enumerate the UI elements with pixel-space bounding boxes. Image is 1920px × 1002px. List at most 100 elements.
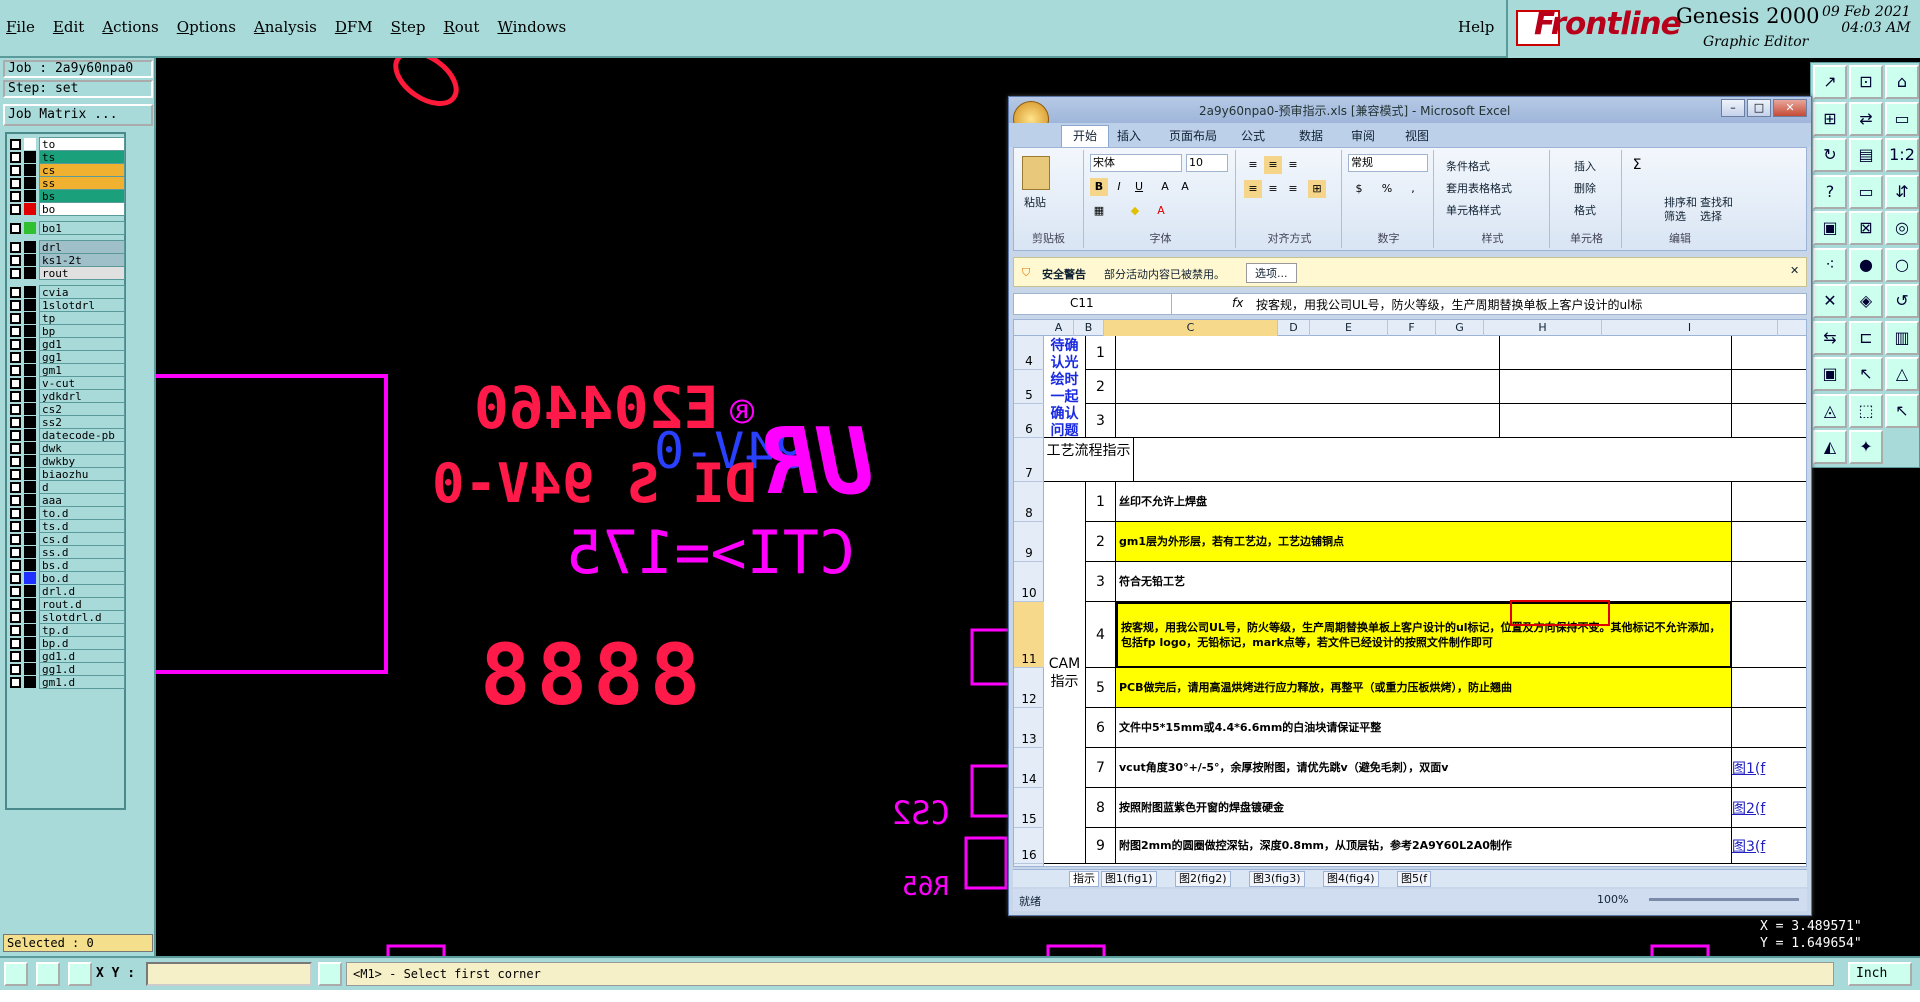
layer-row-bp.d[interactable]: bp.d <box>10 636 125 650</box>
info-icon[interactable] <box>318 962 342 986</box>
layer-row-bo[interactable]: bo <box>10 202 125 216</box>
delete-cells-button[interactable]: 删除 <box>1574 180 1596 196</box>
layer-name[interactable]: cs.d <box>39 532 125 546</box>
menu-analysis[interactable]: Analysis <box>254 18 317 36</box>
layer-row-ts[interactable]: ts <box>10 150 125 164</box>
layer-row-to.d[interactable]: to.d <box>10 506 125 520</box>
align-right-icon[interactable]: ≡ <box>1284 180 1302 198</box>
layer-name[interactable]: ss.d <box>39 545 125 559</box>
item-text-cell[interactable]: PCB做完后，请用高温烘烤进行应力释放，再整平（或重力压板烘烤），防止翘曲 <box>1116 668 1732 708</box>
layer-checkbox[interactable] <box>10 559 21 571</box>
layer-name[interactable]: ss <box>39 176 125 190</box>
layer-checkbox[interactable] <box>10 203 21 215</box>
layer-checkbox[interactable] <box>10 254 21 266</box>
find-select-button-2[interactable]: 选择 <box>1700 208 1722 224</box>
layer-row-cvia[interactable]: cvia <box>10 285 125 299</box>
layer-row-cs[interactable]: cs <box>10 163 125 177</box>
tool-icon-10[interactable]: ▭ <box>1849 174 1883 209</box>
layer-name[interactable]: bo <box>39 202 125 216</box>
layer-row-gd1.d[interactable]: gd1.d <box>10 649 125 663</box>
layer-row-v-cut[interactable]: v-cut <box>10 376 125 390</box>
layer-checkbox[interactable] <box>10 650 21 662</box>
confirm-cell-i[interactable] <box>1732 336 1806 370</box>
row-header-6[interactable]: 6 <box>1014 404 1044 438</box>
tool-icon-15[interactable]: ⁖ <box>1813 247 1847 282</box>
confirm-num-cell[interactable]: 2 <box>1086 370 1116 404</box>
autosum-icon[interactable]: Σ <box>1628 156 1646 174</box>
layer-row-gm1[interactable]: gm1 <box>10 363 125 377</box>
zoom-slider[interactable] <box>1649 898 1799 901</box>
tool-icon-13[interactable]: ⊠ <box>1849 211 1883 245</box>
currency-icon[interactable]: $ <box>1350 180 1368 198</box>
ribbon-tab-3[interactable]: 公式 <box>1241 127 1265 144</box>
layer-checkbox[interactable] <box>10 299 21 311</box>
layer-checkbox[interactable] <box>10 520 21 532</box>
conditional-format-button[interactable]: 条件格式 <box>1446 158 1490 174</box>
layer-checkbox[interactable] <box>10 637 21 649</box>
layer-name[interactable]: biaozhu <box>39 467 125 481</box>
item-text-cell[interactable]: gm1层为外形层，若有工艺边，工艺边铺铜点 <box>1116 522 1732 562</box>
layer-row-rout[interactable]: rout <box>10 266 125 280</box>
menu-rout[interactable]: Rout <box>443 18 479 36</box>
layer-checkbox[interactable] <box>10 151 21 163</box>
item-link-cell[interactable] <box>1732 602 1806 668</box>
column-header-E[interactable]: E <box>1310 320 1388 336</box>
cam-label-cell[interactable]: CAM指示 <box>1044 482 1086 864</box>
layer-checkbox[interactable] <box>10 377 21 389</box>
tool-icon-20[interactable]: ↺ <box>1885 284 1919 318</box>
item-link-cell[interactable]: 图3(f <box>1732 828 1806 864</box>
grid-icon[interactable] <box>68 962 92 986</box>
layer-row-dwk[interactable]: dwk <box>10 441 125 455</box>
layer-name[interactable]: gm1.d <box>39 675 125 689</box>
layer-name[interactable]: d <box>39 480 125 494</box>
tool-icon-18[interactable]: ✕ <box>1813 284 1847 318</box>
tool-icon-26[interactable]: △ <box>1885 357 1919 391</box>
sheet-tab-1[interactable]: 图1(fig1) <box>1101 871 1157 887</box>
confirm-label-cell[interactable]: 待确认光绘时一起确认问题 <box>1044 336 1086 438</box>
confirm-cell-c[interactable] <box>1116 404 1500 438</box>
tool-icon-7[interactable]: ▤ <box>1849 138 1883 172</box>
layer-checkbox[interactable] <box>10 429 21 441</box>
layer-checkbox[interactable] <box>10 241 21 253</box>
measure-icon[interactable] <box>36 962 60 986</box>
close-icon[interactable]: ✕ <box>1773 99 1807 117</box>
tool-icon-29[interactable]: ↖ <box>1885 393 1919 428</box>
item-num-cell[interactable]: 7 <box>1086 748 1116 788</box>
layer-row-cs2[interactable]: cs2 <box>10 402 125 416</box>
layer-name[interactable]: rout <box>39 266 125 280</box>
font-name-select[interactable]: 宋体 <box>1090 154 1182 172</box>
item-num-cell[interactable]: 8 <box>1086 788 1116 828</box>
item-num-cell[interactable]: 4 <box>1086 602 1116 668</box>
menu-edit[interactable]: Edit <box>53 18 84 36</box>
tool-icon-25[interactable]: ↖ <box>1849 357 1883 391</box>
layer-checkbox[interactable] <box>10 190 21 202</box>
layer-checkbox[interactable] <box>10 351 21 363</box>
tool-icon-12[interactable]: ▣ <box>1813 211 1847 245</box>
layer-row-dwkby[interactable]: dwkby <box>10 454 125 468</box>
row-header-13[interactable]: 13 <box>1014 708 1044 748</box>
format-cells-button[interactable]: 格式 <box>1574 202 1596 218</box>
layer-name[interactable]: 1slotdrl <box>39 298 125 312</box>
layer-checkbox[interactable] <box>10 267 21 279</box>
row-header-15[interactable]: 15 <box>1014 788 1044 828</box>
item-num-cell[interactable]: 6 <box>1086 708 1116 748</box>
tool-icon-8[interactable]: 1:2 <box>1885 138 1919 172</box>
layer-row-drl.d[interactable]: drl.d <box>10 584 125 598</box>
align-middle-icon[interactable]: ≡ <box>1264 156 1282 174</box>
unit-selector[interactable]: Inch <box>1848 962 1912 986</box>
layer-checkbox[interactable] <box>10 442 21 454</box>
formula-input[interactable]: 按客规，用我公司UL号，防火等级，生产周期替换单板上客户设计的ul标 <box>1256 296 1642 313</box>
excel-titlebar[interactable]: 2a9y60npa0-预审指示.xls [兼容模式] - Microsoft E… <box>1009 97 1811 123</box>
row-header-7[interactable]: 7 <box>1014 438 1044 482</box>
row-header-11[interactable]: 11 <box>1014 602 1044 668</box>
menu-options[interactable]: Options <box>177 18 236 36</box>
paste-label[interactable]: 粘贴 <box>1024 194 1046 210</box>
ribbon-tab-6[interactable]: 视图 <box>1405 127 1429 144</box>
layer-row-d[interactable]: d <box>10 480 125 494</box>
layer-row-cs.d[interactable]: cs.d <box>10 532 125 546</box>
tool-icon-0[interactable]: ↗ <box>1813 65 1847 99</box>
item-text-cell[interactable]: 按客规，用我公司UL号，防火等级，生产周期替换单板上客户设计的ul标记，位置及方… <box>1116 602 1732 668</box>
tool-icon-22[interactable]: ⊏ <box>1849 320 1883 355</box>
confirm-cell-h[interactable] <box>1500 370 1732 404</box>
row-header-16[interactable]: 16 <box>1014 828 1044 864</box>
